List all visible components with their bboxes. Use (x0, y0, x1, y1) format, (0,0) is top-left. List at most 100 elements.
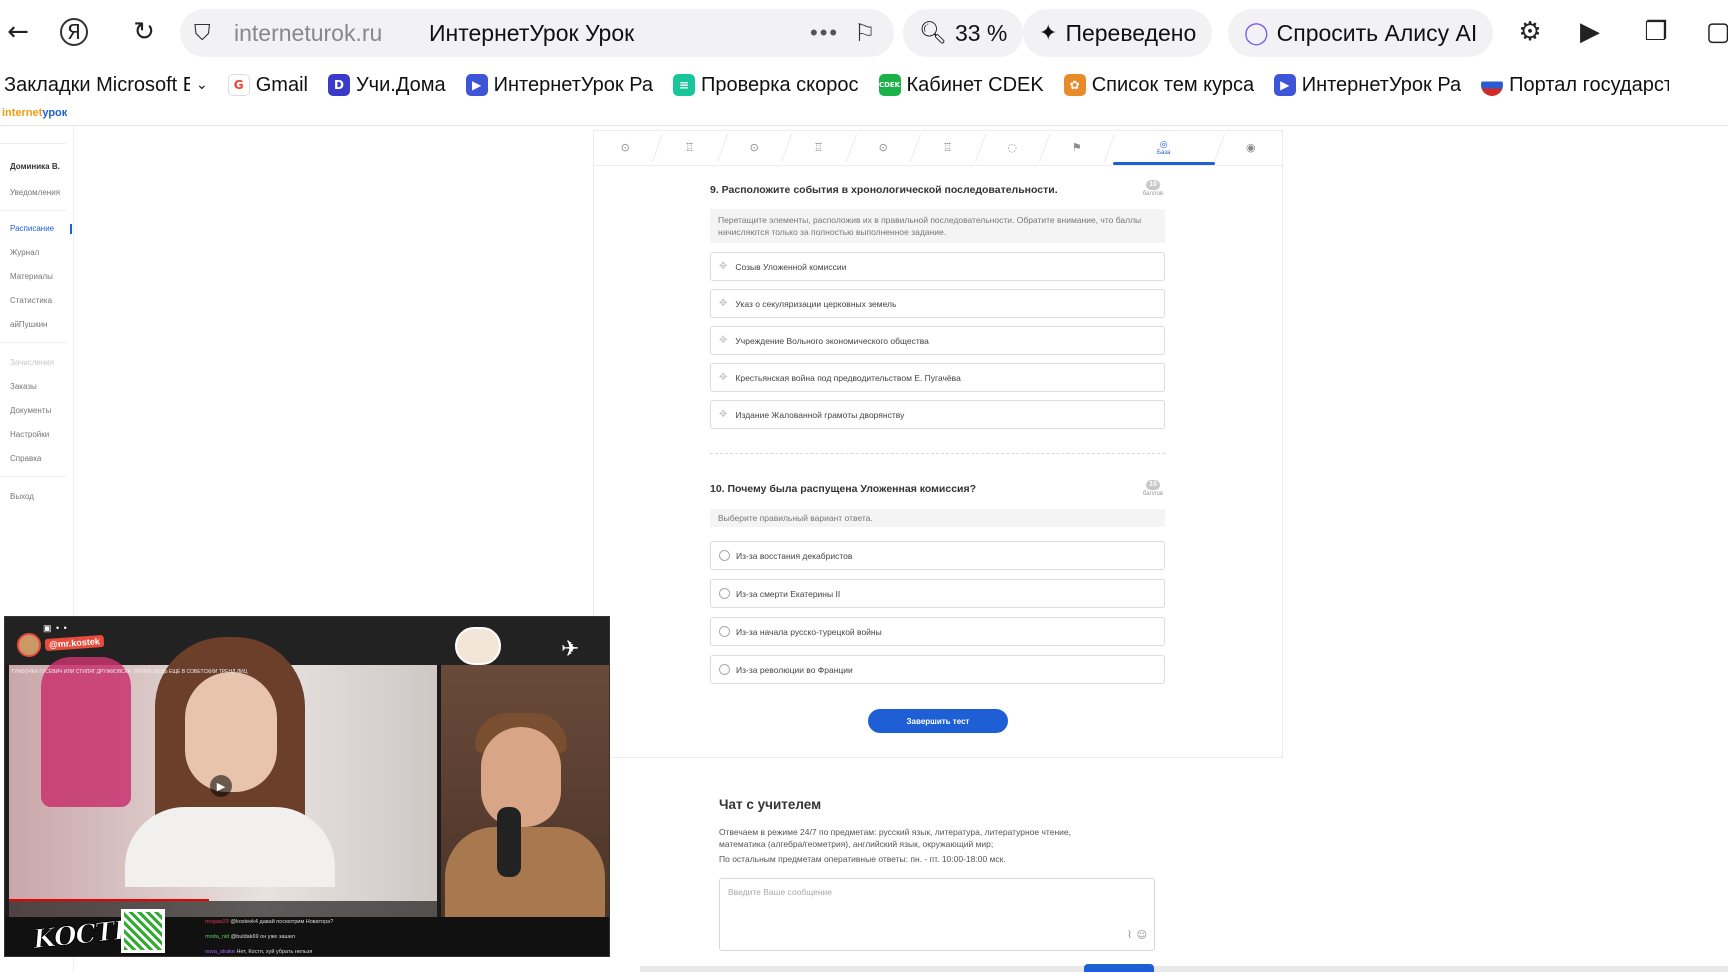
zoom-button[interactable]: 🔍︎ 33 % (903, 9, 1024, 57)
uchi-doma-icon: D (327, 74, 350, 96)
bookmark-item[interactable]: CDEK Кабинет CDEK (878, 74, 1044, 97)
chat-user: mogaw29 (205, 919, 229, 925)
drag-item[interactable]: ✥ Указ о секуляризации церковных земель (710, 289, 1165, 318)
stream-chat: mogaw29 @kosteek4 давай посмотрим Новато… (205, 915, 334, 956)
drag-item[interactable]: ✥ Созыв Уложенной комиссии (710, 252, 1165, 281)
bookmark-item[interactable]: ▶ ИнтернетУрок Ра (1273, 74, 1461, 97)
address-bar[interactable]: ⛉ interneturok.ru ИнтернетУрок Урок ••• … (180, 9, 894, 57)
answer-option[interactable]: Из-за начала русско-турецкой войны (710, 617, 1165, 646)
sidebar-item-logout[interactable]: Выход (10, 492, 34, 501)
step-chat[interactable]: ◌ (980, 130, 1044, 165)
drag-item[interactable]: ✥ Учреждение Вольного экономического обще… (710, 326, 1165, 355)
zoom-level: 33 % (954, 19, 1008, 46)
pip-video-player[interactable]: ▣ • • @mr.kostek ТУМБОЧКА ГУСЕВИЧ ИЛИ СТ… (4, 616, 610, 957)
bookmark-item[interactable]: ▶ ИнтернетУрок Ра (465, 74, 653, 97)
yandex-icon[interactable]: Я (60, 18, 88, 46)
drag-handle-icon[interactable]: ✥ (719, 372, 727, 383)
reload-icon[interactable]: ↻ (126, 14, 162, 50)
chat-text: @kosteek4 давай посмотрим Новатора? (230, 919, 334, 925)
bookmark-item[interactable]: Закладки Microsoft E ⌄ (4, 74, 208, 97)
q10-title: 10. Почему была распущена Уложенная коми… (710, 483, 977, 495)
sidebar-item-journal[interactable]: Журнал (10, 248, 39, 257)
attach-icon[interactable]: ⌇ (1127, 930, 1132, 941)
step-flag[interactable]: ⚑ (1044, 130, 1108, 165)
step-trainer-1[interactable]: ♖ (657, 130, 721, 165)
drag-handle-icon[interactable]: ✥ (719, 409, 727, 420)
site-header: internetурок (0, 104, 1728, 126)
bookmark-item[interactable]: G Gmail (227, 74, 308, 97)
sidebar-item-orders[interactable]: Заказы (10, 382, 37, 391)
profile-icon[interactable]: ▢ (1700, 14, 1728, 50)
extensions-icon[interactable]: ⚙ (1512, 14, 1548, 50)
radio-button[interactable] (719, 588, 730, 599)
interneturok-icon: ▶ (1273, 74, 1296, 96)
sidebar-item-statistics[interactable]: Статистика (10, 296, 52, 305)
sidebar-user[interactable]: Доминика В. (10, 162, 60, 171)
play-icon[interactable]: ▶ (210, 775, 232, 797)
sidebar-item-materials[interactable]: Материалы (10, 272, 53, 281)
answer-option[interactable]: Из-за смерти Екатерины II (710, 579, 1165, 608)
speedtest-icon: ≡ (673, 74, 696, 96)
step-trainer-3[interactable]: ♖ (915, 130, 979, 165)
answer-option-text: Из-за восстания декабристов (736, 550, 853, 561)
sidebar-item-ipushkin[interactable]: айПушкин (10, 320, 47, 329)
q10-points: 10 баллов (1138, 480, 1168, 497)
step-final[interactable]: ◉ (1219, 130, 1283, 165)
bookmark-icon[interactable]: ⚐ (854, 19, 876, 47)
sidebar-item-notifications[interactable]: Уведомления (10, 188, 60, 197)
more-dots-icon[interactable]: ••• (810, 20, 839, 46)
emoji-icon[interactable]: ☺ (1137, 930, 1147, 941)
logo-part-a: internet (2, 107, 43, 119)
chat-message-input[interactable]: Введите Ваше сообщение ⌇ ☺ (719, 878, 1155, 951)
bookmark-item[interactable]: D Учи.Дома (327, 74, 446, 97)
collections-icon[interactable]: ❐ (1638, 14, 1674, 50)
target-icon: ◉ (1245, 141, 1256, 154)
flag-icon: ⚑ (1071, 141, 1082, 154)
site-logo[interactable]: internetурок (2, 107, 67, 119)
stream-icons: ▣ • • (43, 623, 68, 633)
bookmark-label: Список тем курса (1091, 73, 1254, 96)
radio-button[interactable] (719, 550, 730, 561)
browser-toolbar: ← Я ↻ ⛉ interneturok.ru ИнтернетУрок Уро… (0, 0, 1728, 66)
drag-handle-icon[interactable]: ✥ (719, 261, 727, 272)
answer-option[interactable]: Из-за восстания декабристов (710, 541, 1165, 570)
bookmark-item[interactable]: Портал государст (1481, 74, 1669, 97)
answer-option-text: Из-за революции во Франции (736, 664, 853, 675)
answer-option[interactable]: Из-за революции во Франции (710, 655, 1165, 684)
drag-handle-icon[interactable]: ✥ (719, 298, 727, 309)
trophy-icon: ♖ (942, 141, 953, 154)
bookmark-label: Проверка скорос (701, 73, 859, 96)
step-video-3[interactable]: ⊙ (851, 130, 915, 165)
drag-handle-icon[interactable]: ✥ (719, 335, 727, 346)
step-base[interactable]: ◎ База (1109, 130, 1219, 165)
bird-icon: ✈ (561, 637, 580, 662)
sidebar-item-settings[interactable]: Настройки (10, 430, 49, 439)
bookmark-item[interactable]: ✿ Список тем курса (1063, 73, 1254, 97)
chat-text: Нет, Костя, хуй убрать нельзя (236, 949, 313, 955)
sidebar-item-schedule[interactable]: Расписание (10, 224, 54, 233)
inner-video-title: ТУМБОЧКА ГУСЕВИЧ ИЛИ СТИЛЯГ ДРУЖКОВСКА. … (11, 669, 248, 675)
sidebar-item-help[interactable]: Справка (10, 454, 41, 463)
drag-item[interactable]: ✥ Крестьянская война под предводительство… (710, 363, 1165, 392)
base-icon: ◎ (1159, 139, 1168, 150)
chevron-down-icon[interactable]: ⌄ (196, 77, 208, 93)
partial-button[interactable] (1084, 964, 1154, 972)
back-arrow-icon[interactable]: ← (0, 14, 36, 50)
drag-item-text: Созыв Уложенной комиссии (735, 261, 847, 272)
answer-option-text: Из-за смерти Екатерины II (736, 588, 841, 599)
shield-icon[interactable]: ⛉ (194, 21, 211, 46)
sidebar-item-documents[interactable]: Документы (10, 406, 51, 415)
ask-alice-button[interactable]: ◯ Спросить Алису AI (1228, 9, 1494, 57)
step-video-2[interactable]: ⊙ (722, 130, 786, 165)
chat-placeholder: Введите Ваше сообщение (728, 887, 832, 897)
horizontal-scrollbar[interactable] (640, 966, 1728, 972)
translated-button[interactable]: ✦ Переведено (1023, 9, 1213, 57)
drag-item[interactable]: ✥ Издание Жалованной грамоты дворянству (710, 400, 1165, 429)
radio-button[interactable] (719, 664, 730, 675)
step-trainer-2[interactable]: ♖ (786, 130, 850, 165)
radio-button[interactable] (719, 626, 730, 637)
media-icon[interactable]: ▶ (1572, 14, 1608, 50)
bookmark-item[interactable]: ≡ Проверка скорос (673, 73, 859, 97)
step-video[interactable]: ⊙ (593, 130, 657, 165)
finish-test-button[interactable]: Завершить тест (868, 709, 1008, 733)
